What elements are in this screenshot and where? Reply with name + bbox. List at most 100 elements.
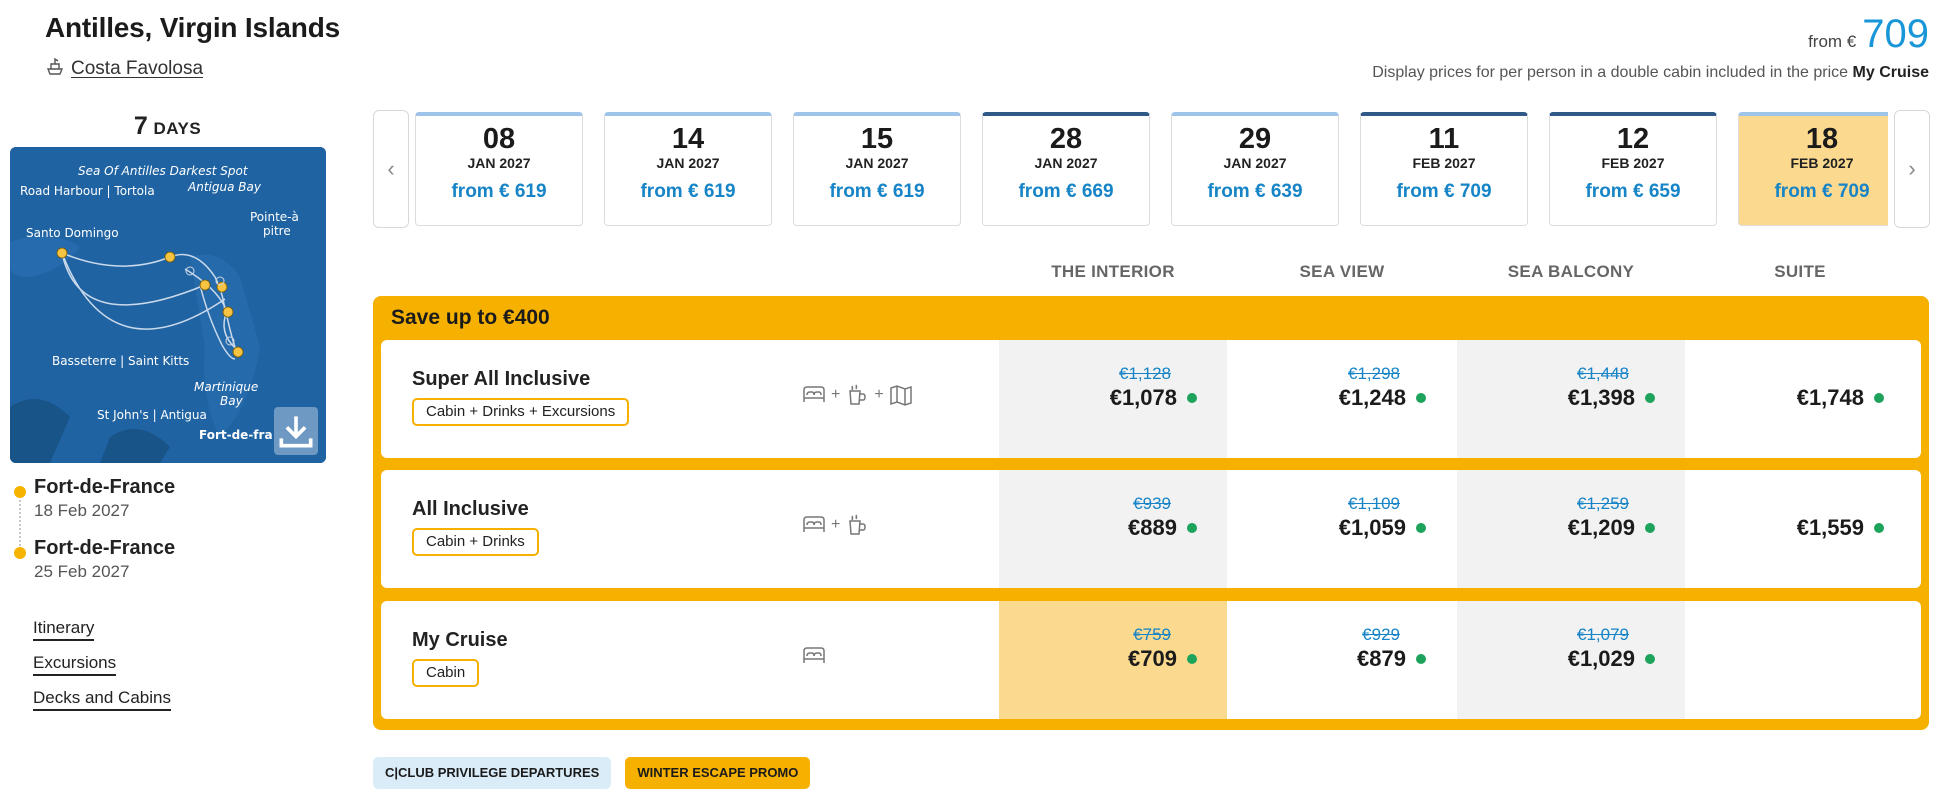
map-download-button[interactable] xyxy=(274,407,318,455)
promo-winter-escape[interactable]: WINTER ESCAPE PROMO xyxy=(625,757,811,789)
ship-link[interactable]: Costa Favolosa xyxy=(45,56,203,82)
from-label: from € xyxy=(1808,32,1857,51)
map-label-santo-domingo: Santo Domingo xyxy=(26,226,119,240)
link-itinerary[interactable]: Itinerary xyxy=(33,618,95,641)
price-cell[interactable]: €1,298 €1,248 xyxy=(1228,340,1456,458)
date-card[interactable]: 15 JAN 2027 from € 619 xyxy=(793,112,961,226)
date-card[interactable]: 11 FEB 2027 from € 709 xyxy=(1360,112,1528,226)
price: €1,259 €1,209 xyxy=(1568,494,1655,541)
date-month: JAN 2027 xyxy=(1034,155,1098,171)
price-cell[interactable]: €939 €889 xyxy=(999,470,1227,588)
date-price: from € 659 xyxy=(1585,181,1681,202)
price-cell[interactable]: €759 €709 xyxy=(999,601,1227,719)
drinks-icon xyxy=(849,514,867,535)
column-suite: SUITE xyxy=(1774,262,1826,281)
offer-row: €1,128 €1,078 €1,298 €1,248 €1,448 €1,398 €1,7… xyxy=(381,340,1921,458)
date-day: 28 xyxy=(1049,123,1083,155)
map-label-pointe-a-pitre-2: pitre xyxy=(263,224,291,238)
promo-club-privilege[interactable]: C|CLUB PRIVILEGE DEPARTURES xyxy=(373,757,612,789)
old-price: €1,298 xyxy=(1348,364,1400,383)
plus-sign: + xyxy=(831,386,841,403)
date-month: FEB 2027 xyxy=(1412,155,1476,171)
column-sea-balcony: SEA BALCONY xyxy=(1507,262,1635,281)
date-card[interactable]: 14 JAN 2027 from € 619 xyxy=(604,112,772,226)
map-icon xyxy=(889,385,912,406)
bed-icon xyxy=(803,647,825,663)
from-price-value: 709 xyxy=(1862,12,1929,56)
price-cell[interactable]: €1,559 xyxy=(1686,470,1914,588)
date-month: JAN 2027 xyxy=(467,155,531,171)
price-note: Display prices for per person in a doubl… xyxy=(1372,64,1929,82)
date-day: 12 xyxy=(1616,123,1650,155)
date-price: from € 619 xyxy=(451,181,547,202)
date-card[interactable]: 08 JAN 2027 from € 619 xyxy=(415,112,583,226)
price-cell[interactable]: €1,109 €1,059 xyxy=(1228,470,1456,588)
port-name: Fort-de-France xyxy=(34,476,176,498)
port-name: Fort-de-France xyxy=(34,537,176,559)
new-price: €1,209 xyxy=(1568,515,1655,541)
old-price: €929 xyxy=(1362,625,1400,644)
new-price: €889 xyxy=(1128,515,1197,541)
date-card[interactable]: 28 JAN 2027 from € 669 xyxy=(982,112,1150,226)
price-note-text: Display prices for per person in a doubl… xyxy=(1372,64,1849,81)
price-cell[interactable]: €1,748 xyxy=(1686,340,1914,458)
port-dot-icon xyxy=(14,547,26,559)
date-month: FEB 2027 xyxy=(1601,155,1665,171)
date-day: 18 xyxy=(1805,123,1839,155)
cabin-column-headers: THE INTERIOR SEA VIEW SEA BALCONY SUITE xyxy=(0,262,1937,282)
price-cell[interactable]: €1,448 €1,398 xyxy=(1457,340,1685,458)
date-day: 14 xyxy=(671,123,705,155)
date-day: 11 xyxy=(1428,123,1460,155)
price-cell[interactable]: €1,079 €1,029 xyxy=(1457,601,1685,719)
dates-next-button[interactable]: › xyxy=(1894,110,1930,228)
offer-panel: Save up to €400 €1,128 €1,078 €1,298 €1,248… xyxy=(373,296,1929,730)
price: €1,128 €1,078 xyxy=(1110,364,1197,411)
dates-prev-button[interactable]: ‹ xyxy=(373,110,409,228)
new-price: €1,059 xyxy=(1339,515,1426,541)
date-price: from € 709 xyxy=(1774,181,1870,202)
old-price: €759 xyxy=(1133,625,1171,644)
link-decks-and-cabins[interactable]: Decks and Cabins xyxy=(33,688,171,711)
old-price: €939 xyxy=(1133,494,1171,513)
date-month: JAN 2027 xyxy=(1223,155,1287,171)
price: €1,748 xyxy=(1797,384,1884,411)
column-interior: THE INTERIOR xyxy=(1051,262,1175,281)
package-tag: Cabin + Drinks + Excursions xyxy=(412,398,630,426)
price-note-bold: My Cruise xyxy=(1852,64,1929,81)
package-tag: Cabin xyxy=(412,659,480,687)
date-card[interactable]: 18 FEB 2027 from € 709 xyxy=(1738,112,1888,226)
date-card[interactable]: 29 JAN 2027 from € 639 xyxy=(1171,112,1339,226)
offer-row: €759 €709 €929 €879 €1,079 €1,029 My Cruise Cab… xyxy=(381,601,1921,719)
port-arrival: Fort-de-France 25 Feb 2027 xyxy=(14,537,314,582)
date-day: 15 xyxy=(860,123,894,155)
drinks-icon xyxy=(849,384,867,405)
price: €939 €889 xyxy=(1128,494,1197,541)
promo-tags: C|CLUB PRIVILEGE DEPARTURES WINTER ESCAP… xyxy=(373,757,811,789)
chevron-right-icon: › xyxy=(1908,156,1916,181)
plus-sign: + xyxy=(831,516,841,533)
offer-title: Save up to €400 xyxy=(391,306,550,329)
price-cell[interactable]: €929 €879 xyxy=(1228,601,1456,719)
ship-icon xyxy=(45,56,65,82)
map-label-basseterre: Basseterre | Saint Kitts xyxy=(52,354,189,368)
price-cell[interactable]: €1,259 €1,209 xyxy=(1457,470,1685,588)
old-price: €1,128 xyxy=(1119,364,1171,383)
date-card[interactable]: 12 FEB 2027 from € 659 xyxy=(1549,112,1717,226)
map-label-st-johns: St John's | Antigua xyxy=(97,408,207,422)
date-price: from € 619 xyxy=(829,181,925,202)
price: €1,079 €1,029 xyxy=(1568,625,1655,672)
ship-name: Costa Favolosa xyxy=(71,58,204,79)
download-icon xyxy=(279,416,313,448)
info-links: Itinerary Excursions Decks and Cabins xyxy=(33,618,171,723)
old-price: €1,448 xyxy=(1577,364,1629,383)
new-price: €1,748 xyxy=(1797,385,1884,411)
link-excursions[interactable]: Excursions xyxy=(33,653,117,676)
package-icons: + + xyxy=(801,382,914,408)
itinerary-map[interactable]: Sea Of Antilles Darkest Spot Road Harbou… xyxy=(10,147,326,463)
date-price: from € 619 xyxy=(640,181,736,202)
price-cell[interactable]: €1,128 €1,078 xyxy=(999,340,1227,458)
map-label-pointe-a-pitre-1: Pointe-à xyxy=(250,210,299,224)
map-label-martinique-1: Martinique xyxy=(194,380,258,394)
package-icons xyxy=(801,643,827,669)
map-label-sea: Sea Of Antilles Darkest Spot xyxy=(78,164,249,178)
